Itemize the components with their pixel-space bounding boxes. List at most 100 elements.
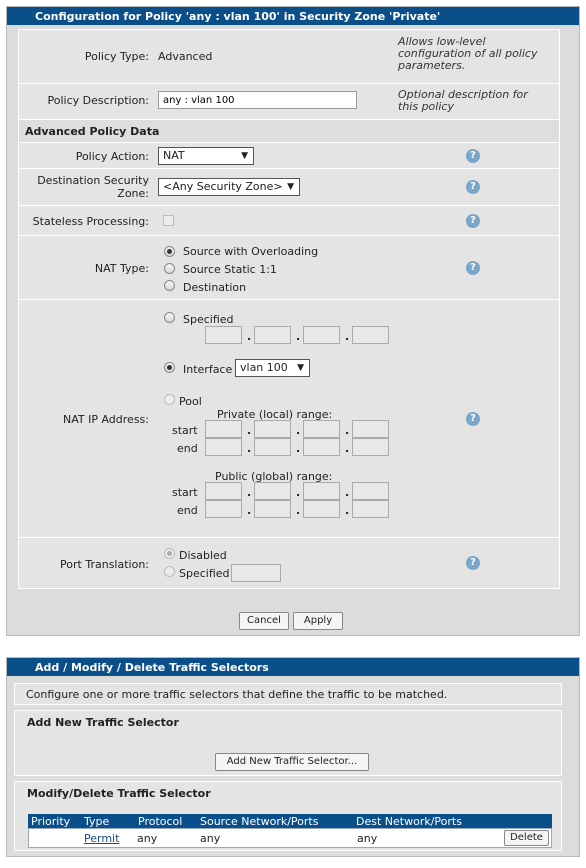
cancel-button[interactable]: Cancel [239,612,289,630]
octet-separator: . [345,424,350,437]
private-start-label: start [172,424,198,437]
public-end-octet-2[interactable] [254,500,291,518]
public-start-octet-1[interactable] [205,482,242,500]
policy-description-input[interactable] [158,91,357,109]
advanced-policy-header-row: Advanced Policy Data [18,120,560,143]
octet-separator: . [247,442,252,455]
row-type-link[interactable]: Permit [84,832,119,845]
private-end-octet-3[interactable] [303,438,340,456]
nat-ip-radio-specified[interactable] [164,312,175,323]
private-start-octet-4[interactable] [352,420,389,438]
help-icon[interactable]: ? [466,180,480,194]
private-start-octet-1[interactable] [205,420,242,438]
public-start-octet-3[interactable] [303,482,340,500]
octet-separator: . [247,424,252,437]
specified-ip-octet-2[interactable] [254,326,291,344]
private-end-octet-1[interactable] [205,438,242,456]
add-selector-box: Add New Traffic Selector Add New Traffic… [14,710,562,776]
public-end-label: end [177,504,198,517]
interface-select[interactable]: vlan 100 ▼ [235,359,310,377]
public-start-octet-2[interactable] [254,482,291,500]
nat-type-option-label: Source with Overloading [183,245,319,258]
policy-description-label: Policy Description: [47,94,150,107]
public-start-label: start [172,486,198,499]
specified-ip-octet-1[interactable] [205,326,242,344]
chevron-down-icon: ▼ [287,182,294,192]
destination-zone-row: Destination Security Zone: <Any Security… [18,169,560,206]
policy-action-selected: NAT [163,149,185,162]
help-icon[interactable]: ? [466,149,480,163]
specified-ip-octet-4[interactable] [352,326,389,344]
policy-config-table: Policy Type: Advanced Allows low-level c… [18,29,560,589]
help-icon[interactable]: ? [466,261,480,275]
octet-separator: . [345,330,350,343]
public-end-octet-4[interactable] [352,500,389,518]
octet-separator: . [296,442,301,455]
help-icon[interactable]: ? [466,214,480,228]
nat-ip-pool-label: Pool [179,395,202,408]
column-header: Type [84,815,110,828]
private-end-octet-2[interactable] [254,438,291,456]
policy-action-select[interactable]: NAT ▼ [158,147,254,165]
octet-separator: . [296,486,301,499]
nat-type-radio-destination[interactable] [164,280,175,291]
nat-type-option-label: Source Static 1:1 [183,263,277,276]
private-end-octet-4[interactable] [352,438,389,456]
public-start-octet-4[interactable] [352,482,389,500]
port-specified-input[interactable] [231,564,281,582]
column-header: Dest Network/Ports [356,815,462,828]
traffic-panel-header: Add / Modify / Delete Traffic Selectors [7,658,579,678]
destination-zone-selected: <Any Security Zone> [163,180,283,193]
policy-type-note: Allows low-level configuration of all po… [398,35,538,72]
port-radio-specified[interactable] [164,566,175,577]
add-new-traffic-selector-button[interactable]: Add New Traffic Selector... [215,753,369,771]
port-translation-row: Port Translation: Disabled Specified ? [18,538,560,589]
private-start-octet-2[interactable] [254,420,291,438]
nat-type-radio-source-static[interactable] [164,263,175,274]
panel-header-title: Configuration for Policy 'any : vlan 100… [7,7,579,27]
stateless-row: Stateless Processing: ? [18,206,560,236]
nat-ip-radio-interface[interactable] [164,362,175,373]
modify-selector-title: Modify/Delete Traffic Selector [27,787,211,800]
octet-separator: . [296,504,301,517]
traffic-intro-box: Configure one or more traffic selectors … [14,683,562,705]
nat-type-row: NAT Type: Source with Overloading Source… [18,236,560,300]
help-icon[interactable]: ? [466,412,480,426]
public-end-octet-3[interactable] [303,500,340,518]
policy-type-value: Advanced [158,50,213,63]
policy-type-label: Policy Type: [84,50,149,63]
policy-type-row: Policy Type: Advanced Allows low-level c… [18,29,560,84]
nat-type-label: NAT Type: [94,262,149,275]
row-source: any [200,832,221,845]
port-translation-label: Port Translation: [60,558,149,571]
destination-zone-select[interactable]: <Any Security Zone> ▼ [158,178,300,196]
policy-description-note: Optional description for this policy [398,88,528,113]
chevron-down-icon: ▼ [241,151,248,161]
column-header: Priority [31,815,71,828]
column-header: Protocol [138,815,183,828]
nat-type-option-label: Destination [183,281,247,294]
octet-separator: . [345,504,350,517]
stateless-checkbox[interactable] [163,215,174,226]
private-start-octet-3[interactable] [303,420,340,438]
nat-ip-address-row: NAT IP Address: Specified . . . Interfac… [18,300,560,538]
help-icon[interactable]: ? [466,556,480,570]
destination-zone-label: Destination Security Zone: [37,174,149,200]
octet-separator: . [296,330,301,343]
octet-separator: . [247,330,252,343]
delete-button[interactable]: Delete [504,830,549,846]
port-radio-disabled[interactable] [164,548,175,559]
apply-button[interactable]: Apply [293,612,343,630]
nat-ip-address-label: NAT IP Address: [62,413,149,426]
octet-separator: . [345,442,350,455]
stateless-label: Stateless Processing: [32,215,149,228]
specified-ip-octet-3[interactable] [303,326,340,344]
public-end-octet-1[interactable] [205,500,242,518]
nat-type-radio-source-overloading[interactable] [164,246,175,257]
nat-ip-specified-label: Specified [183,313,234,326]
advanced-policy-title: Advanced Policy Data [25,125,160,138]
interface-selected: vlan 100 [240,361,288,374]
port-specified-label: Specified [179,567,230,580]
column-header: Source Network/Ports [200,815,319,828]
nat-ip-radio-pool[interactable] [164,394,175,405]
